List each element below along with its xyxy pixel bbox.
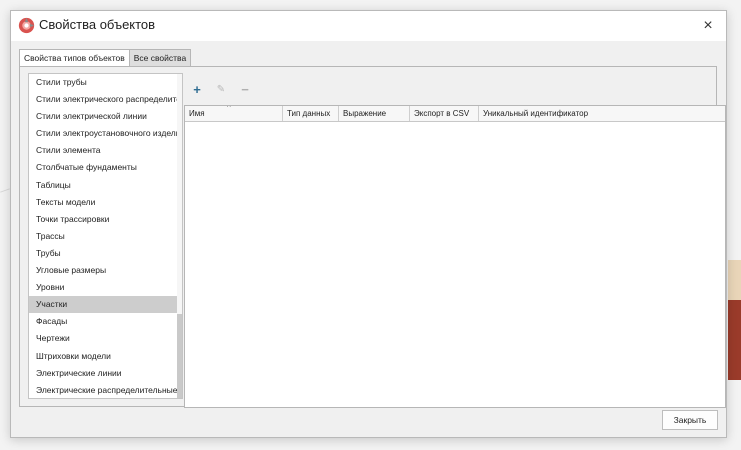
column-label: Имя [189,109,205,118]
table-header: Имя ^ Тип данных Выражение Экспорт в CSV… [185,106,725,122]
scrollbar-thumb[interactable] [177,314,182,398]
list-item[interactable]: Столбчатые фундаменты [29,159,182,176]
background-model-fragment [728,300,741,380]
list-item[interactable]: Электрические линии [29,365,182,382]
tab-panel: Стили трубы Стили электрического распред… [19,66,726,408]
list-item[interactable]: Стили элемента [29,142,182,159]
column-header-unique-id[interactable]: Уникальный идентификатор [479,106,725,121]
tab-all-properties[interactable]: Все свойства [128,49,192,67]
list-item[interactable]: Стили трубы [29,74,182,91]
dialog-title: Свойства объектов [39,17,156,32]
list-item[interactable]: Стили электрического распределительного … [29,91,182,108]
list-item[interactable]: Точки трассировки [29,211,182,228]
list-item[interactable]: Трубы [29,245,182,262]
list-item[interactable]: Фасады [29,313,182,330]
column-header-data-type[interactable]: Тип данных [283,106,339,121]
sort-ascending-icon: ^ [227,106,231,112]
background-model-fragment [728,260,741,300]
list-item[interactable]: Угловые размеры [29,262,182,279]
list-item-selected[interactable]: Участки [29,296,182,314]
tab-object-type-properties[interactable]: Свойства типов объектов [19,49,130,67]
app-logo-icon [18,17,35,34]
property-toolbar: + ✎ − [190,81,252,97]
remove-icon[interactable]: − [238,82,252,97]
close-button[interactable]: Закрыть [662,410,718,430]
list-item[interactable]: Чертежи [29,330,182,347]
list-item[interactable]: Штриховки модели [29,348,182,365]
object-properties-dialog: Свойства объектов × Свойства типов объек… [10,10,727,438]
add-icon[interactable]: + [190,82,204,97]
title-bar: Свойства объектов × [11,11,726,41]
column-header-export-csv[interactable]: Экспорт в CSV [410,106,479,121]
list-item[interactable]: Трассы [29,228,182,245]
list-item[interactable]: Тексты модели [29,194,182,211]
list-item[interactable]: Уровни [29,279,182,296]
column-header-name[interactable]: Имя ^ [185,106,283,121]
list-item[interactable]: Стили электрической линии [29,108,182,125]
object-type-list[interactable]: Стили трубы Стили электрического распред… [28,73,183,399]
list-scrollbar[interactable] [177,74,182,398]
column-header-expression[interactable]: Выражение [339,106,410,121]
background-line [0,188,10,193]
list-item[interactable]: Электрические распределительные щиты [29,382,182,398]
tab-bar: Свойства типов объектов Все свойства [19,49,192,67]
close-icon[interactable]: × [690,11,726,41]
list-item[interactable]: Стили электроустановочного изделия [29,125,182,142]
list-item[interactable]: Таблицы [29,177,182,194]
edit-icon[interactable]: ✎ [214,82,228,96]
properties-table: Имя ^ Тип данных Выражение Экспорт в CSV… [184,105,726,408]
